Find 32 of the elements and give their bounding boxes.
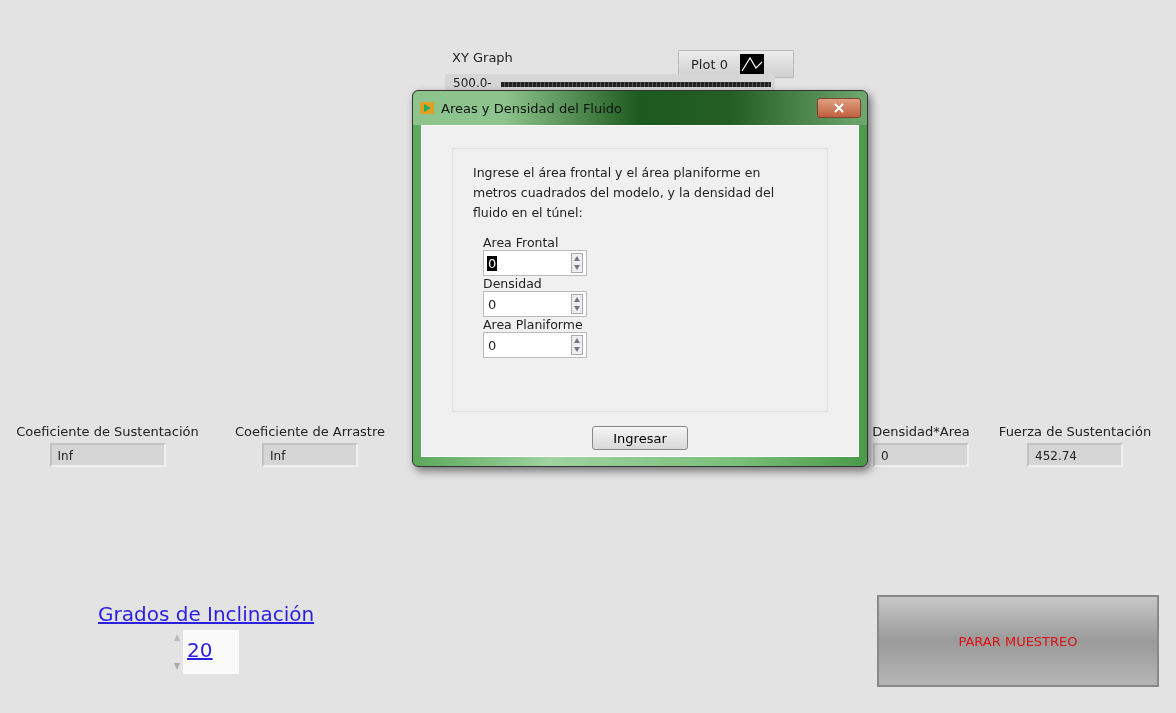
numeric-field[interactable]: 0 [483, 332, 587, 358]
field-label: Area Planiforme [483, 317, 583, 332]
axis-tick-label: 500.0- [453, 76, 492, 90]
indicator-field: Inf [49, 443, 166, 467]
field-value: 0 [487, 337, 498, 353]
field-value: 0 [487, 255, 498, 271]
numeric-field[interactable]: 0 [483, 250, 587, 276]
submit-button[interactable]: Ingresar [592, 426, 688, 450]
graph-label: XY Graph [452, 50, 513, 65]
field-value: 0 [487, 296, 498, 312]
inclination-field[interactable]: 20 [183, 630, 240, 674]
close-button[interactable] [817, 98, 861, 118]
inclination-label: Grados de Inclinación [98, 602, 315, 626]
app-icon [419, 100, 435, 116]
field-label: Area Frontal [483, 235, 559, 250]
spinner-arrows-icon[interactable] [571, 294, 583, 314]
indicator-label: Densidad*Area [872, 424, 970, 439]
dialog-message: Ingrese el área frontal y el área planiforme en metros cuadrados del modelo, y la densidad del fluido en el túnel: [473, 164, 776, 222]
indicator-field: Inf [262, 443, 358, 467]
close-icon [834, 103, 844, 113]
indicator-label: Fuerza de Sustentación [998, 424, 1152, 439]
field-label: Densidad [483, 276, 542, 291]
indicator-label: Coeficiente de Sustentación [16, 424, 199, 439]
indicator-field: 452.74 [1027, 443, 1123, 467]
numeric-field[interactable]: 0 [483, 291, 587, 317]
spinner-arrows-icon[interactable] [571, 335, 583, 355]
indicator-label: Coeficiente de Arrastre [234, 424, 386, 439]
line-plot-icon [739, 54, 764, 74]
legend-label: Plot 0 [691, 56, 728, 72]
dialog-title: Areas y Densidad del Fluido [441, 100, 623, 116]
indicator-field: 0 [873, 443, 969, 467]
spinner-arrows-icon[interactable] [571, 253, 583, 273]
